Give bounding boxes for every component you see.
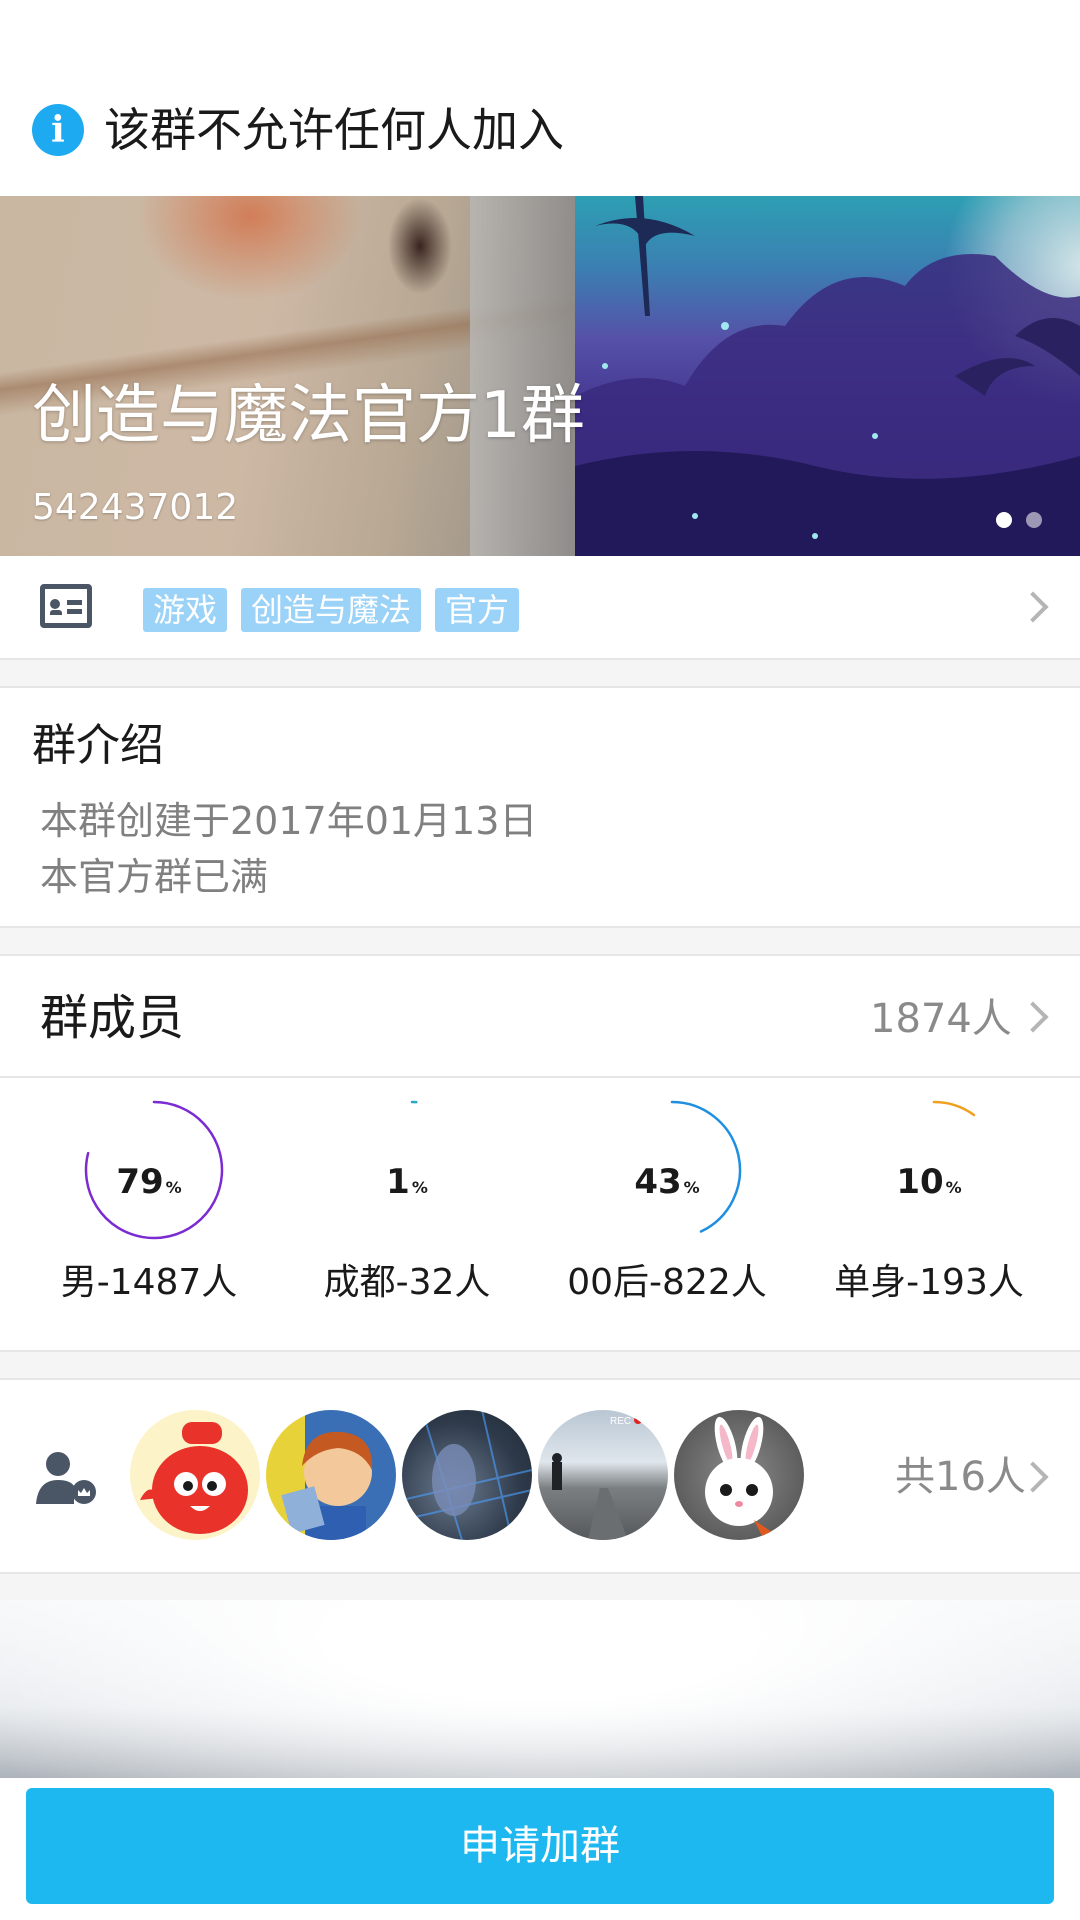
stat-percent: 1%	[386, 1162, 428, 1202]
section-divider	[0, 1574, 1080, 1600]
chevron-right-icon	[1017, 1001, 1049, 1033]
tag-game: 游戏	[143, 588, 228, 632]
bottom-action-bar: 申请加群	[0, 1778, 1080, 1920]
info-icon: i	[32, 104, 84, 156]
stat-percent: 79%	[116, 1162, 182, 1202]
group-name: 创造与魔法官方1群	[32, 379, 585, 453]
group-id: 542437012	[32, 487, 239, 528]
stat-percent: 43%	[634, 1162, 700, 1202]
avatar[interactable]	[402, 1410, 532, 1540]
stat-percent: 10%	[896, 1162, 962, 1202]
member-stats: 79% 男-1487人 1% 成都-32人 43% 00后-822人 10% 单…	[0, 1078, 1080, 1352]
carousel-indicator	[996, 512, 1042, 528]
bottom-background	[0, 1600, 1080, 1778]
stat-single: 10% 单身-193人	[794, 1078, 1064, 1352]
intro-title: 群介绍	[32, 720, 164, 771]
avatar[interactable]: REC	[538, 1410, 668, 1540]
section-divider	[0, 1352, 1080, 1380]
tag-list: 游戏 创造与魔法 官方	[143, 588, 520, 632]
apply-join-button[interactable]: 申请加群	[26, 1788, 1054, 1904]
stat-gender: 79% 男-1487人	[14, 1078, 284, 1352]
carousel-dot-active	[996, 512, 1012, 528]
stat-label: 男-1487人	[60, 1262, 238, 1303]
section-divider	[0, 660, 1080, 688]
join-notice: i 该群不允许任何人加入	[0, 0, 1080, 196]
group-members-row[interactable]: 群成员 1874人	[0, 956, 1080, 1078]
chevron-right-icon	[1017, 591, 1049, 623]
stat-label: 成都-32人	[323, 1262, 491, 1303]
stat-age: 43% 00后-822人	[532, 1078, 802, 1352]
group-admins-row[interactable]: REC 共16人	[0, 1380, 1080, 1574]
svg-text:REC: REC	[610, 1416, 631, 1427]
members-title: 群成员	[40, 990, 185, 1046]
stat-label: 00后-822人	[567, 1262, 767, 1303]
admins-count: 共16人	[895, 1454, 1026, 1500]
admin-avatars: REC	[130, 1410, 804, 1540]
members-count: 1874人	[870, 996, 1012, 1042]
stat-label: 单身-193人	[834, 1262, 1024, 1303]
tag-official: 官方	[435, 588, 520, 632]
avatar[interactable]	[674, 1410, 804, 1540]
banner-image-right	[575, 196, 1080, 556]
notice-text: 该群不允许任何人加入	[104, 103, 564, 157]
carousel-dot	[1026, 512, 1042, 528]
section-divider	[0, 928, 1080, 956]
id-card-icon	[40, 584, 92, 628]
group-intro-section: 群介绍 本群创建于2017年01月13日 本官方群已满	[0, 688, 1080, 928]
admin-user-icon	[36, 1452, 96, 1504]
banner-scenery	[575, 196, 1080, 556]
avatar[interactable]	[266, 1410, 396, 1540]
tag-creation-magic: 创造与魔法	[241, 588, 422, 632]
group-banner[interactable]: 创造与魔法官方1群 542437012	[0, 196, 1080, 556]
stat-city: 1% 成都-32人	[272, 1078, 542, 1352]
intro-line-created: 本群创建于2017年01月13日	[40, 799, 538, 843]
intro-line-full: 本官方群已满	[40, 855, 269, 899]
avatar[interactable]	[130, 1410, 260, 1540]
group-tags-row[interactable]: 游戏 创造与魔法 官方	[0, 556, 1080, 660]
